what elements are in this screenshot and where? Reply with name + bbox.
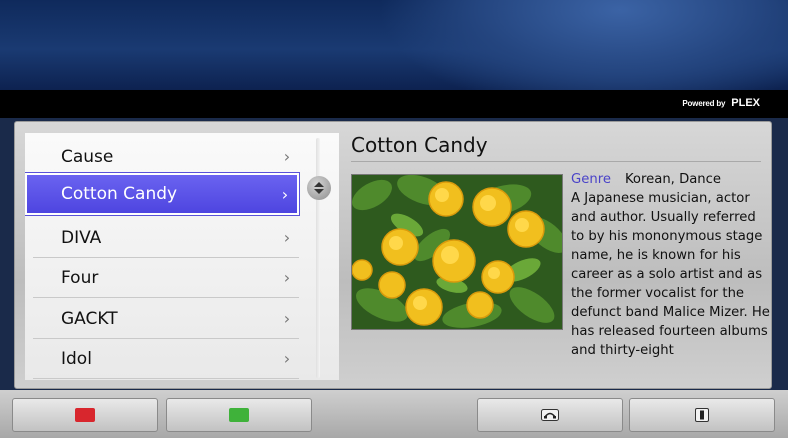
item-info: Genre Korean, Dance A Japanese musician, … [571, 170, 771, 360]
chevron-right-icon: › [283, 349, 291, 368]
genre-value: Korean, Dance [624, 172, 722, 187]
chevron-right-icon: › [283, 309, 291, 328]
remote-button[interactable] [629, 398, 775, 432]
chevron-right-icon: › [283, 228, 291, 247]
scroll-updown-icon[interactable] [307, 176, 331, 200]
album-list: Cause › Cotton Candy › DIVA › Four › GAC… [25, 133, 339, 380]
list-item-label: Idol [61, 348, 92, 369]
list-scrollbar[interactable] [316, 138, 320, 378]
chevron-right-icon: › [283, 268, 291, 287]
genre-row: Genre Korean, Dance [571, 170, 771, 189]
top-banner [0, 0, 788, 90]
green-button[interactable] [166, 398, 312, 432]
green-button-icon [229, 408, 249, 422]
remote-icon [695, 408, 709, 422]
genre-label: Genre [571, 172, 611, 187]
list-item-label: DIVA [61, 227, 102, 248]
chevron-right-icon: › [281, 184, 289, 204]
red-button[interactable] [12, 398, 158, 432]
item-description: A Japanese musician, actor and author. U… [571, 191, 770, 358]
item-title: Cotton Candy [351, 133, 761, 162]
list-item-label: Cotton Candy [61, 184, 178, 204]
powered-by-text: Powered by [682, 99, 726, 108]
red-button-icon [75, 408, 95, 422]
list-item-gackt[interactable]: GACKT › [33, 299, 299, 339]
list-item-label: GACKT [61, 308, 118, 329]
list-item-four[interactable]: Four › [33, 258, 299, 298]
list-item-cause[interactable]: Cause › [33, 137, 299, 177]
phone-button[interactable] [477, 398, 623, 432]
plex-logo: PLEX [731, 97, 760, 109]
chevron-right-icon: › [283, 147, 291, 166]
list-item-cotton-candy[interactable]: Cotton Candy › [25, 173, 299, 215]
flower-thumbnail-icon [351, 174, 563, 330]
powered-by-plex: Powered by PLEX [682, 97, 760, 109]
phone-icon [541, 409, 559, 421]
list-item-diva[interactable]: DIVA › [33, 218, 299, 258]
list-item-label: Cause [61, 146, 114, 167]
list-item-label: Four [61, 267, 99, 288]
header-bar: Powered by PLEX [0, 90, 788, 118]
list-item-idol[interactable]: Idol › [33, 339, 299, 379]
